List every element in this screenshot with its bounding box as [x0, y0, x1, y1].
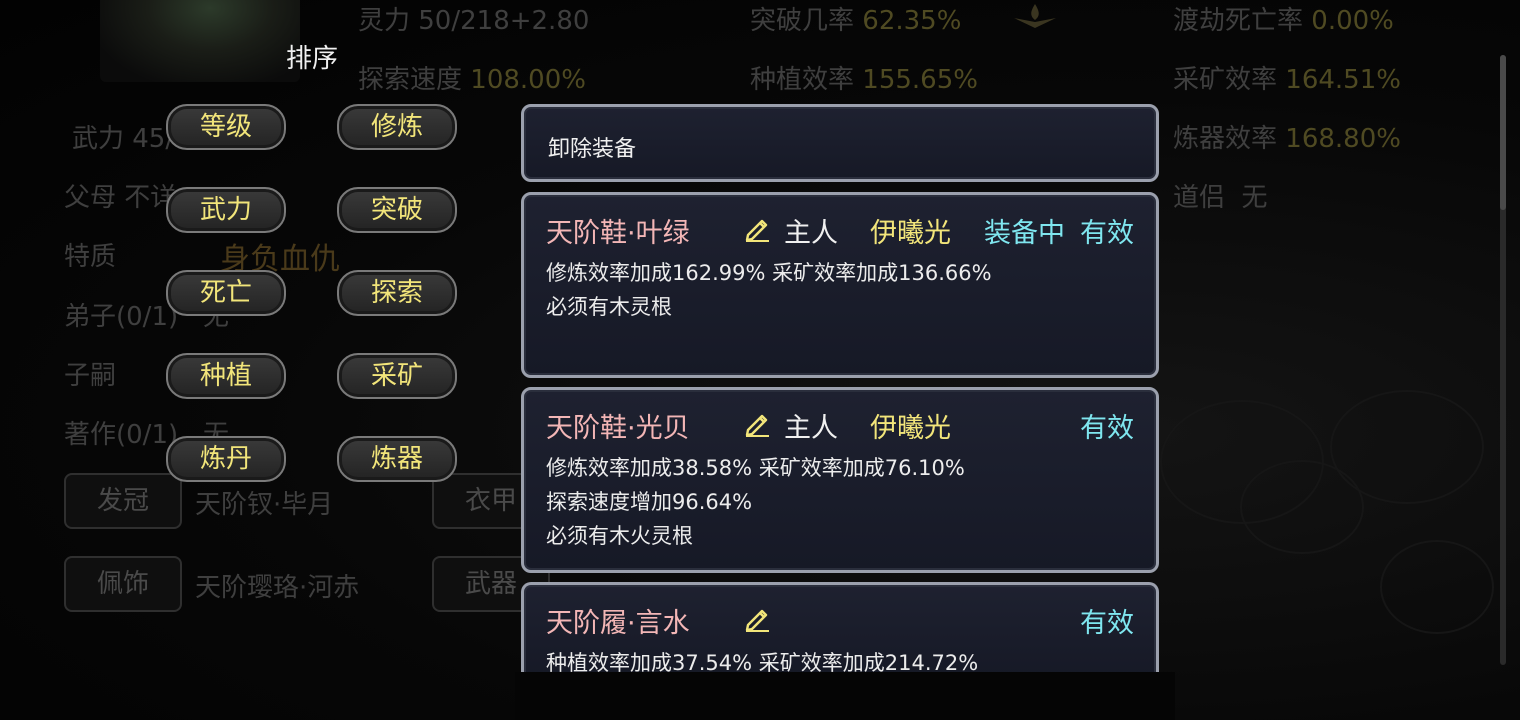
owner-label: 主人 — [784, 218, 838, 249]
sort-title: 排序 — [286, 44, 339, 74]
item-requirement: 必须有木灵根 — [546, 295, 672, 319]
edit-icon[interactable] — [742, 213, 772, 243]
item-card[interactable]: 天阶履·言水 有效 种植效率加成37.54% 采矿效率加成214.72% — [521, 582, 1159, 678]
stat-breakthrough: 突破几率 62.35% — [750, 6, 962, 36]
scrollbar-thumb[interactable] — [1500, 55, 1506, 210]
edit-icon[interactable] — [742, 408, 772, 438]
sort-breakthrough-button[interactable]: 突破 — [337, 187, 457, 233]
sort-death-button[interactable]: 死亡 — [166, 270, 286, 316]
stat-spirit: 灵力 50/218+2.80 — [358, 6, 590, 36]
slot-crown[interactable]: 发冠 — [64, 473, 182, 529]
info-parents: 父母 不详 — [64, 183, 177, 213]
item-effect: 探索速度增加96.64% — [546, 490, 753, 514]
sort-level-button[interactable]: 等级 — [166, 104, 286, 150]
sort-force-button[interactable]: 武力 — [166, 187, 286, 233]
slot-ornament-item: 天阶璎珞·河赤 — [195, 573, 360, 603]
equipped-badge: 装备中 — [984, 218, 1065, 249]
sort-explore-button[interactable]: 探索 — [337, 270, 457, 316]
info-heirs: 子嗣 — [64, 361, 117, 391]
valid-badge: 有效 — [1080, 218, 1134, 249]
background-swirl — [1380, 540, 1494, 634]
item-requirement: 必须有木火灵根 — [546, 524, 693, 548]
item-name: 天阶鞋·光贝 — [546, 413, 690, 444]
item-name: 天阶履·言水 — [546, 608, 690, 639]
item-name: 天阶鞋·叶绿 — [546, 218, 690, 249]
stat-partner: 道侣 无 — [1173, 183, 1268, 213]
list-mask — [515, 672, 1175, 720]
valid-badge: 有效 — [1080, 608, 1134, 639]
item-effect: 修炼效率加成162.99% 采矿效率加成136.66% — [546, 261, 992, 285]
sort-mining-button[interactable]: 采矿 — [337, 353, 457, 399]
stat-forging: 炼器效率 168.80% — [1173, 124, 1401, 154]
unequip-label: 卸除装备 — [548, 137, 637, 162]
stat-planting: 种植效率 155.65% — [750, 65, 978, 95]
valid-badge: 有效 — [1080, 413, 1134, 444]
info-trait-label: 特质 — [64, 242, 117, 272]
sort-planting-button[interactable]: 种植 — [166, 353, 286, 399]
lotus-icon — [1012, 2, 1058, 30]
character-portrait — [100, 0, 300, 82]
sort-cultivation-button[interactable]: 修炼 — [337, 104, 457, 150]
item-effect: 修炼效率加成38.58% 采矿效率加成76.10% — [546, 456, 965, 480]
owner-name: 伊曦光 — [870, 413, 951, 444]
stat-mining: 采矿效率 164.51% — [1173, 65, 1401, 95]
sort-forging-button[interactable]: 炼器 — [337, 436, 457, 482]
owner-label: 主人 — [784, 413, 838, 444]
item-card[interactable]: 天阶鞋·叶绿 主人 伊曦光 装备中 有效 修炼效率加成162.99% 采矿效率加… — [521, 192, 1159, 378]
background-swirl — [1330, 390, 1484, 504]
stat-tribulation-death: 渡劫死亡率 0.00% — [1173, 6, 1394, 36]
edit-icon[interactable] — [742, 603, 772, 633]
owner-name: 伊曦光 — [870, 218, 951, 249]
unequip-button[interactable]: 卸除装备 — [521, 104, 1159, 182]
slot-crown-item: 天阶钗·毕月 — [195, 490, 334, 520]
item-card[interactable]: 天阶鞋·光贝 主人 伊曦光 有效 修炼效率加成38.58% 采矿效率加成76.1… — [521, 387, 1159, 573]
sort-alchemy-button[interactable]: 炼丹 — [166, 436, 286, 482]
stat-explore-speed: 探索速度 108.00% — [358, 65, 586, 95]
slot-ornament[interactable]: 佩饰 — [64, 556, 182, 612]
